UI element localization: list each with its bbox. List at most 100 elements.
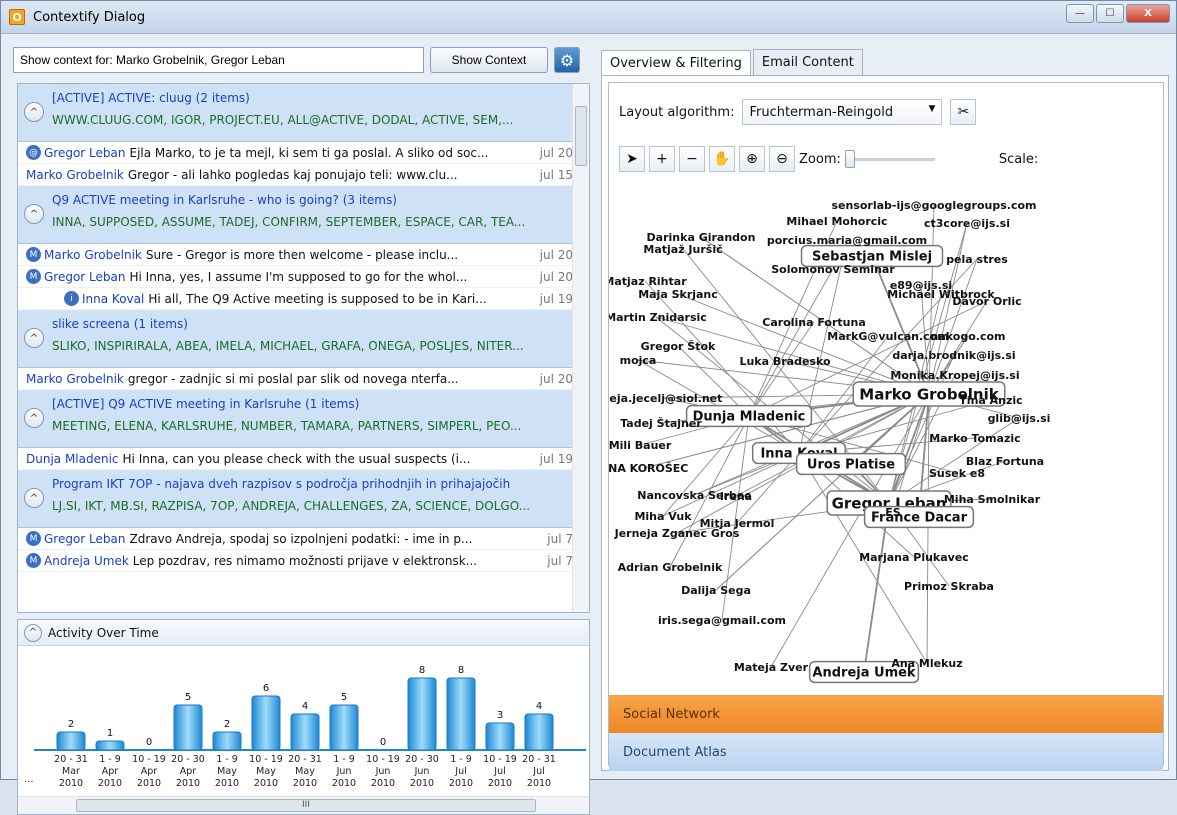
graph-node[interactable]: nakogo.com bbox=[931, 330, 1006, 343]
horizontal-scrollbar[interactable]: III bbox=[18, 796, 589, 814]
graph-node[interactable]: Dunja Mladenic bbox=[685, 404, 813, 428]
zoom-knob[interactable] bbox=[844, 150, 855, 168]
graph-node[interactable]: glib@ijs.si bbox=[988, 412, 1051, 425]
sender-name[interactable]: Inna Koval bbox=[82, 292, 144, 306]
message-row[interactable]: @ Gregor Leban Ejla Marko, to je ta mejl, … bbox=[18, 142, 573, 164]
message-row[interactable]: Marko Grobelnik Gregor - ali lahko pogled… bbox=[18, 164, 573, 186]
collapse-icon[interactable]: ^ bbox=[24, 204, 44, 224]
graph-node[interactable]: Marjana Plukavec bbox=[859, 551, 969, 564]
graph-node[interactable]: Maja Skrjanc bbox=[638, 288, 718, 301]
graph-node[interactable]: Luka Bradesko bbox=[739, 355, 831, 368]
graph-node[interactable]: ANA KOROŠEC bbox=[609, 462, 688, 475]
activity-bar[interactable] bbox=[56, 731, 86, 751]
message-row[interactable]: i Inna Koval Hi all, The Q9 Active meeting… bbox=[18, 288, 573, 310]
graph-node[interactable]: Ana Mlekuz bbox=[891, 657, 962, 670]
thread-group[interactable]: ^ [ACTIVE] Q9 ACTIVE meeting in Karlsruhe… bbox=[18, 390, 573, 448]
graph-node[interactable]: Jerneja Zganec Gros bbox=[614, 527, 740, 540]
sender-name[interactable]: Gregor Leban bbox=[44, 532, 126, 546]
graph-node[interactable]: Irena bbox=[720, 490, 752, 503]
add-pointer-icon[interactable]: + bbox=[649, 146, 675, 172]
activity-bar[interactable] bbox=[485, 722, 515, 751]
graph-node[interactable]: Uros Platise bbox=[795, 452, 907, 476]
collapse-icon[interactable]: ^ bbox=[24, 623, 42, 642]
social-network-section[interactable]: Social Network bbox=[609, 695, 1163, 733]
graph-node[interactable]: Miha Vuk bbox=[634, 510, 692, 523]
collapse-icon[interactable]: ^ bbox=[24, 408, 44, 428]
tab-overview-filtering[interactable]: Overview & Filtering bbox=[601, 50, 751, 76]
message-row[interactable]: M Gregor Leban Zdravo Andreja, spodaj so i… bbox=[18, 528, 573, 550]
graph-node[interactable]: Dalija Sega bbox=[681, 584, 751, 597]
graph-node[interactable]: Matjaz Rihtar bbox=[609, 275, 687, 288]
vertical-scrollbar[interactable] bbox=[572, 84, 589, 612]
thread-group[interactable]: ^ Q9 ACTIVE meeting in Karlsruhe - who is… bbox=[18, 186, 573, 244]
graph-node[interactable]: Mateja Zver bbox=[734, 661, 809, 674]
collapse-icon[interactable]: ^ bbox=[24, 488, 44, 508]
graph-node[interactable]: Adrian Grobelnik bbox=[618, 561, 723, 574]
message-row[interactable]: M Marko Grobelnik Sure - Gregor is more th… bbox=[18, 244, 573, 266]
graph-node[interactable]: Miha Smolnikar bbox=[944, 493, 1041, 506]
activity-bar[interactable] bbox=[446, 677, 476, 751]
document-atlas-section[interactable]: Document Atlas bbox=[609, 733, 1163, 771]
pointer-icon[interactable]: ➤ bbox=[619, 146, 645, 172]
graph-node[interactable]: Mili Bauer bbox=[609, 439, 672, 452]
activity-bar[interactable] bbox=[173, 704, 203, 751]
activity-bar[interactable] bbox=[329, 704, 359, 751]
remove-pointer-icon[interactable]: − bbox=[679, 146, 705, 172]
activity-bar[interactable] bbox=[290, 713, 320, 751]
activity-bar[interactable] bbox=[407, 677, 437, 751]
zoom-in-icon[interactable]: ⊕ bbox=[739, 146, 765, 172]
show-context-button[interactable]: Show Context bbox=[430, 47, 548, 73]
activity-bar[interactable] bbox=[95, 740, 125, 751]
zoom-slider[interactable] bbox=[844, 149, 935, 169]
graph-node[interactable]: Mihael Mohorcic bbox=[786, 215, 887, 228]
collapse-icon[interactable]: ^ bbox=[24, 328, 44, 348]
graph-node[interactable]: ct3core@ijs.si bbox=[924, 217, 1010, 230]
thread-group[interactable]: ^ slike screena (1 items) SLIKO, INSPIRIRA… bbox=[18, 310, 573, 368]
graph-node[interactable]: Tina Anzic bbox=[959, 394, 1022, 407]
gear-icon[interactable]: ⚙ bbox=[554, 47, 580, 73]
pan-hand-icon[interactable]: ✋ bbox=[709, 146, 735, 172]
graph-node[interactable]: Marko Tomazic bbox=[929, 432, 1020, 445]
message-row[interactable]: Dunja Mladenic Hi Inna, can you please ch… bbox=[18, 448, 573, 470]
thread-group[interactable]: ^ Program IKT 7OP - najava dveh razpisov … bbox=[18, 470, 573, 528]
message-row[interactable]: M Andreja Umek Lep pozdrav, res nimamo mož… bbox=[18, 550, 573, 572]
close-button[interactable]: X bbox=[1126, 4, 1170, 23]
graph-node[interactable]: Monika.Kropej@ijs.si bbox=[890, 369, 1019, 382]
collapse-icon[interactable]: ^ bbox=[24, 102, 44, 122]
sender-name[interactable]: Andreja Umek bbox=[44, 554, 129, 568]
activity-bar[interactable] bbox=[212, 731, 242, 751]
h-scroll-thumb[interactable]: III bbox=[76, 799, 536, 812]
tab-email-content[interactable]: Email Content bbox=[752, 49, 863, 75]
sender-name[interactable]: Gregor Leban bbox=[44, 146, 126, 160]
sender-name[interactable]: Gregor Leban bbox=[44, 270, 126, 284]
minimize-button[interactable]: — bbox=[1066, 4, 1094, 23]
zoom-out-icon[interactable]: ⊖ bbox=[769, 146, 795, 172]
activity-header[interactable]: ^ Activity Over Time bbox=[18, 620, 589, 646]
graph-node[interactable]: France Dacar bbox=[863, 505, 975, 529]
scroll-thumb[interactable] bbox=[575, 106, 587, 166]
sender-name[interactable]: Marko Grobelnik bbox=[44, 248, 142, 262]
graph-node[interactable]: Gregor Štok bbox=[641, 340, 716, 353]
graph-node[interactable]: ES bbox=[885, 506, 901, 519]
sender-name[interactable]: Marko Grobelnik bbox=[26, 372, 124, 386]
title-bar[interactable]: O Contextify Dialog — ☐ X bbox=[1, 1, 1176, 34]
graph-node[interactable]: pela stres bbox=[946, 253, 1008, 266]
graph-node[interactable]: Martin Znidarsic bbox=[609, 311, 707, 324]
graph-node[interactable]: porcius.maria@gmail.com bbox=[767, 234, 927, 247]
sender-name[interactable]: Dunja Mladenic bbox=[26, 452, 119, 466]
graph-node[interactable]: Carolina Fortuna bbox=[762, 316, 866, 329]
graph-node[interactable]: Susek e8 bbox=[929, 467, 985, 480]
maximize-button[interactable]: ☐ bbox=[1096, 4, 1124, 23]
graph-node[interactable]: sensorlab-ijs@googlegroups.com bbox=[831, 199, 1036, 212]
thread-group[interactable]: ^ [ACTIVE] ACTIVE: cluug (2 items) WWW.CLU… bbox=[18, 84, 573, 142]
graph-node[interactable]: leja.jecelj@siol.net bbox=[609, 392, 722, 405]
social-network-graph[interactable]: Marko GrobelnikGregor LebanDunja Mladeni… bbox=[609, 181, 1163, 693]
message-row[interactable]: M Gregor Leban Hi Inna, yes, I assume I'm … bbox=[18, 266, 573, 288]
graph-node[interactable]: Matjaž Juršič bbox=[643, 243, 722, 256]
message-row[interactable]: Marko Grobelnik gregor - zadnjic si mi po… bbox=[18, 368, 573, 390]
activity-bar[interactable] bbox=[251, 695, 281, 751]
graph-node[interactable]: Davor Orlic bbox=[952, 295, 1021, 308]
tools-icon[interactable]: ✂ bbox=[950, 99, 977, 125]
context-query-input[interactable] bbox=[13, 47, 424, 73]
graph-node[interactable]: Solomonov Seminar bbox=[771, 263, 895, 276]
